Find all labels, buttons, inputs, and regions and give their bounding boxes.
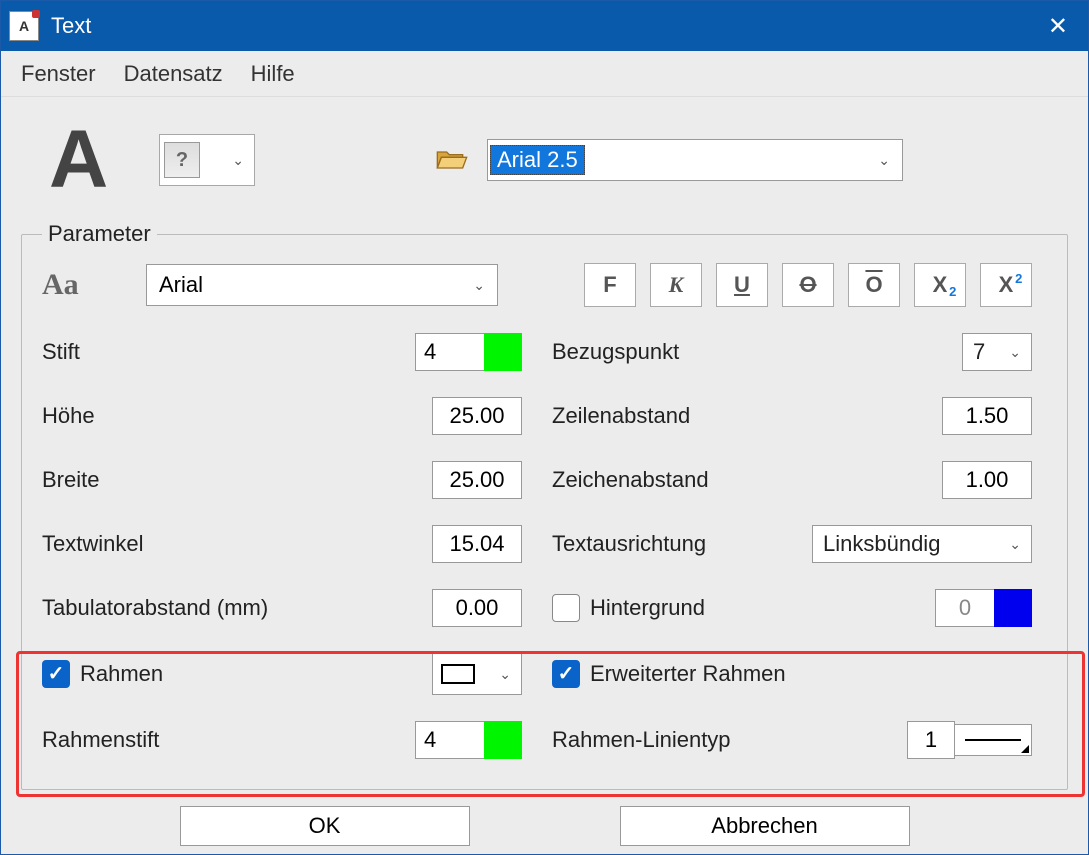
hintergrund-color-swatch[interactable]: [994, 589, 1032, 627]
preset-value: Arial 2.5: [490, 145, 585, 175]
stift-label: Stift: [42, 339, 80, 365]
rectangle-icon: [441, 664, 475, 684]
hintergrund-label: Hintergrund: [590, 595, 705, 621]
bold-button[interactable]: F: [584, 263, 636, 307]
textausrichtung-select[interactable]: Linksbündig ⌄: [812, 525, 1032, 563]
hintergrund-input: [935, 589, 995, 627]
chevron-down-icon: ⌄: [878, 152, 890, 169]
strikethrough-button[interactable]: O: [782, 263, 834, 307]
titlebar: A Text ✕: [1, 1, 1088, 51]
rahmen-linientyp-label: Rahmen-Linientyp: [552, 727, 731, 753]
font-select[interactable]: Arial ⌄: [146, 264, 498, 306]
erweiterter-rahmen-checkbox[interactable]: [552, 660, 580, 688]
parameter-group: Parameter Aa Arial ⌄ F K U O O X2 X2: [21, 221, 1068, 790]
chevron-down-icon: ⌄: [232, 152, 244, 169]
rahmenstift-color-swatch[interactable]: [484, 721, 522, 759]
rahmenstift-label: Rahmenstift: [42, 727, 159, 753]
stift-input[interactable]: [415, 333, 485, 371]
rahmen-linientyp-input[interactable]: [907, 721, 955, 759]
dialog-buttons: OK Abbrechen: [21, 790, 1068, 846]
bezugspunkt-label: Bezugspunkt: [552, 339, 679, 365]
text-mode-icon: A: [49, 119, 149, 201]
italic-button[interactable]: K: [650, 263, 702, 307]
textwinkel-input[interactable]: [432, 525, 522, 563]
erweiterter-rahmen-label: Erweiterter Rahmen: [590, 661, 786, 687]
chevron-down-icon: ⌄: [1009, 536, 1021, 553]
font-name: Arial: [159, 272, 203, 298]
question-icon: ?: [164, 142, 200, 178]
menu-fenster[interactable]: Fenster: [21, 61, 96, 87]
font-icon: Aa: [42, 268, 126, 302]
underline-button[interactable]: U: [716, 263, 768, 307]
stift-color-swatch[interactable]: [484, 333, 522, 371]
tabulatorabstand-label: Tabulatorabstand (mm): [42, 595, 268, 621]
style-buttons: F K U O O X2 X2: [584, 263, 1032, 307]
chevron-down-icon: ⌄: [499, 666, 511, 683]
ok-button[interactable]: OK: [180, 806, 470, 846]
chevron-down-icon: ⌄: [473, 277, 485, 294]
bezugspunkt-select[interactable]: 7 ⌄: [962, 333, 1032, 371]
window-title: Text: [51, 13, 1036, 39]
app-icon: A: [9, 11, 39, 41]
rahmen-shape-select[interactable]: ⌄: [432, 653, 522, 695]
menu-datensatz[interactable]: Datensatz: [124, 61, 223, 87]
zeichenabstand-input[interactable]: [942, 461, 1032, 499]
menu-bar: Fenster Datensatz Hilfe: [1, 51, 1088, 97]
rahmen-checkbox[interactable]: [42, 660, 70, 688]
linetype-preview[interactable]: [954, 724, 1032, 756]
zeichenabstand-label: Zeichenabstand: [552, 467, 709, 493]
top-row: A ? ⌄ Arial 2.5 ⌄: [21, 115, 1068, 221]
textwinkel-label: Textwinkel: [42, 531, 143, 557]
zeilenabstand-input[interactable]: [942, 397, 1032, 435]
close-button[interactable]: ✕: [1036, 8, 1080, 45]
layer-dropdown[interactable]: ? ⌄: [159, 134, 255, 186]
folder-open-icon[interactable]: [435, 148, 469, 172]
menu-hilfe[interactable]: Hilfe: [251, 61, 295, 87]
hintergrund-checkbox[interactable]: [552, 594, 580, 622]
hoehe-input[interactable]: [432, 397, 522, 435]
superscript-button[interactable]: X2: [980, 263, 1032, 307]
dialog-content: A ? ⌄ Arial 2.5 ⌄ Parameter Aa Arial ⌄: [1, 97, 1088, 854]
breite-label: Breite: [42, 467, 99, 493]
subscript-button[interactable]: X2: [914, 263, 966, 307]
zeilenabstand-label: Zeilenabstand: [552, 403, 690, 429]
textausrichtung-label: Textausrichtung: [552, 531, 706, 557]
chevron-down-icon: ⌄: [1009, 344, 1021, 361]
tabulatorabstand-input[interactable]: [432, 589, 522, 627]
rahmen-label: Rahmen: [80, 661, 163, 687]
parameter-legend: Parameter: [42, 221, 157, 247]
preset-select[interactable]: Arial 2.5 ⌄: [487, 139, 903, 181]
overline-button[interactable]: O: [848, 263, 900, 307]
hoehe-label: Höhe: [42, 403, 95, 429]
rahmenstift-input[interactable]: [415, 721, 485, 759]
cancel-button[interactable]: Abbrechen: [620, 806, 910, 846]
breite-input[interactable]: [432, 461, 522, 499]
